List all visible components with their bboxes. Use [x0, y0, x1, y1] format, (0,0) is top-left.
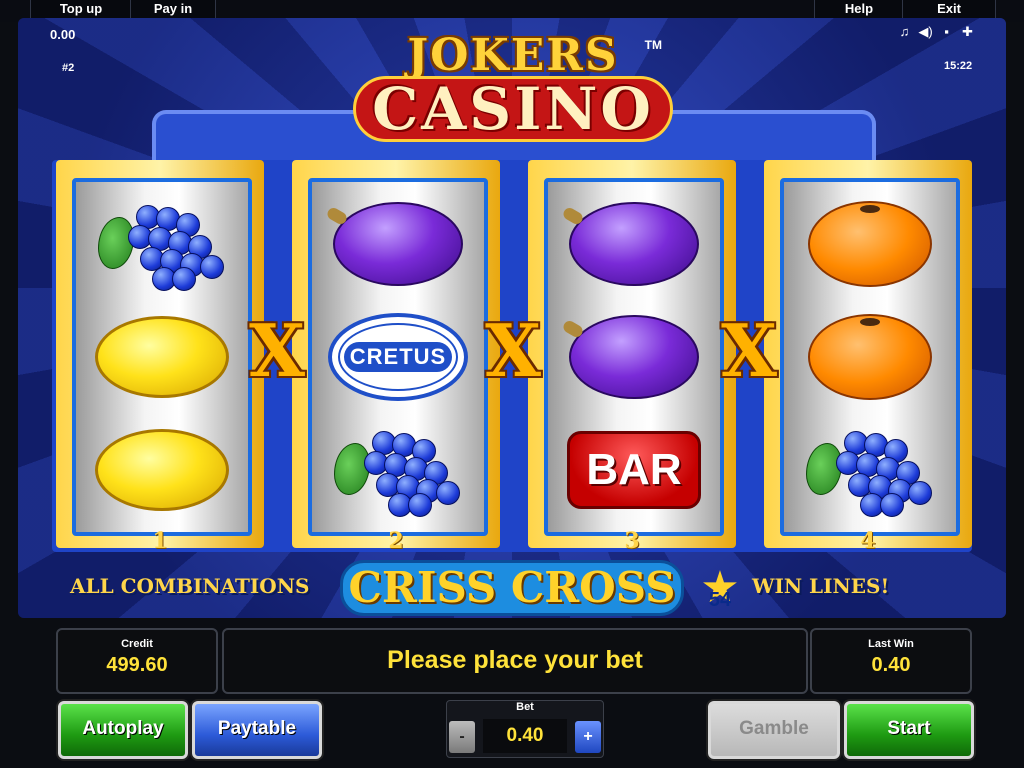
balance-readout: 0.00 [50, 27, 76, 42]
credit-label: Credit [121, 638, 153, 650]
exit-button[interactable]: Exit [902, 0, 996, 18]
x-multiplier-mark: X [721, 308, 777, 393]
fullscreen-icon[interactable]: ✚ [960, 24, 975, 39]
grapes-symbol [88, 194, 236, 294]
start-button[interactable]: Start [844, 701, 974, 759]
x-multiplier-mark: X [249, 308, 305, 393]
trademark: TM [644, 38, 662, 52]
status-message: Please place your bet [387, 646, 643, 674]
speaker-icon[interactable]: ◀) [918, 24, 933, 39]
banner-right-text: WIN LINES! [752, 574, 890, 598]
orange-symbol [796, 194, 944, 294]
game-logo: JOKERS CASINO TM [334, 32, 692, 150]
reel-number: 3 [624, 528, 640, 554]
reel-number: 2 [388, 528, 404, 554]
grapes-symbol [796, 420, 944, 520]
plum-symbol [560, 307, 708, 407]
credit-value: 499.60 [106, 654, 168, 676]
bet-control: Bet - 0.40 + [446, 700, 604, 758]
x-multiplier-mark: X [485, 308, 541, 393]
reel-1: 1 [56, 160, 264, 554]
reel-4: 4 [764, 160, 972, 554]
top-up-button[interactable]: Top up [30, 0, 132, 18]
orange-symbol [796, 307, 944, 407]
plum-symbol [324, 194, 472, 294]
banner-left-text: ALL COMBINATIONS [70, 574, 310, 598]
reel-number: 4 [860, 528, 876, 554]
status-panel: Please place your bet [222, 628, 808, 694]
game-number: #2 [62, 62, 75, 74]
autoplay-button[interactable]: Autoplay [58, 701, 188, 759]
bet-decrease-button[interactable]: - [449, 721, 475, 753]
reel-window [72, 178, 252, 536]
pay-in-button[interactable]: Pay in [130, 0, 216, 18]
system-icons: ♫ ◀) ▪ ✚ [897, 24, 983, 40]
reel-window: BAR [544, 178, 724, 536]
win-lines-count: 54 [708, 589, 732, 611]
star-icon: ★ 54 [698, 566, 742, 612]
toggle-icon[interactable]: ▪ [939, 24, 954, 39]
logo-jokers: JOKERS [407, 30, 619, 81]
banner-title: CRISS CROSS [340, 560, 684, 616]
cretus-symbol: CRETUS [324, 307, 472, 407]
gamble-button[interactable]: Gamble [708, 701, 840, 759]
last-win-value: 0.40 [871, 654, 911, 676]
cretus-label: CRETUS [343, 342, 453, 372]
reel-number: 1 [152, 528, 168, 554]
reel-window [780, 178, 960, 536]
music-icon[interactable]: ♫ [897, 24, 912, 39]
bet-label: Bet [516, 701, 534, 713]
bet-increase-button[interactable]: + [575, 721, 601, 753]
last-win-panel: Last Win 0.40 [810, 628, 972, 694]
paytable-button[interactable]: Paytable [192, 701, 322, 759]
criss-cross-banner: ALL COMBINATIONS CRISS CROSS ★ 54 WIN LIN… [70, 560, 960, 616]
credit-panel: Credit 499.60 [56, 628, 218, 694]
lemon-symbol [88, 307, 236, 407]
bar-label: BAR [567, 431, 701, 509]
logo-casino: CASINO [353, 76, 673, 142]
bet-value: 0.40 [483, 719, 567, 753]
reel-2: CRETUS 2 [292, 160, 500, 554]
reel-3: BAR 3 [528, 160, 736, 554]
help-button[interactable]: Help [814, 0, 904, 18]
lemon-symbol [88, 420, 236, 520]
grapes-symbol [324, 420, 472, 520]
last-win-label: Last Win [868, 638, 914, 650]
reel-window: CRETUS [308, 178, 488, 536]
clock: 15:22 [944, 60, 973, 72]
bar-symbol: BAR [560, 420, 708, 520]
plum-symbol [560, 194, 708, 294]
